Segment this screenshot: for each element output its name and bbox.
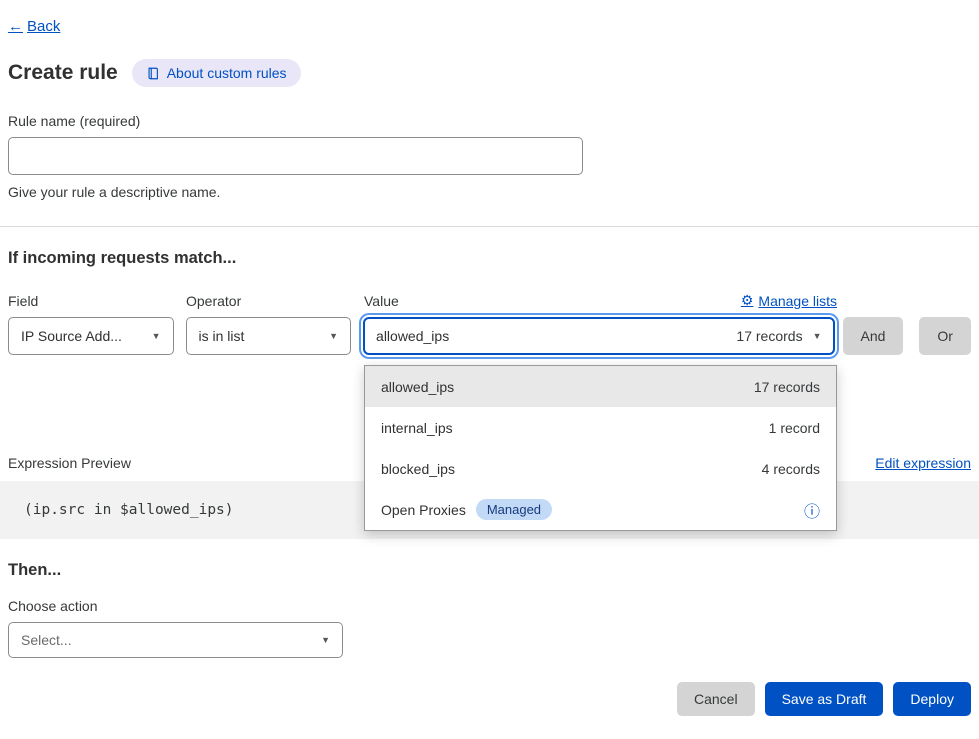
field-select[interactable]: IP Source Add... ▼ (8, 317, 174, 355)
gear-icon: ⚙ (741, 292, 754, 309)
deploy-button[interactable]: Deploy (893, 682, 971, 716)
list-item-name: Open Proxies (381, 502, 466, 518)
list-item-name: blocked_ips (381, 461, 455, 477)
and-button[interactable]: And (843, 317, 904, 355)
expression-preview-label: Expression Preview (8, 455, 131, 471)
about-custom-rules-link[interactable]: About custom rules (132, 59, 301, 87)
list-item-detail: 17 records (754, 379, 820, 395)
match-labels-row: Field Operator Value ⚙ Manage lists (8, 292, 971, 309)
then-section-heading: Then... (8, 561, 971, 580)
back-arrow-icon: ← (8, 18, 23, 35)
choose-action-label: Choose action (8, 598, 971, 614)
rule-name-input[interactable] (8, 137, 583, 175)
save-as-draft-button[interactable]: Save as Draft (765, 682, 884, 716)
back-link[interactable]: ← Back (8, 18, 60, 35)
action-select-placeholder: Select... (21, 632, 72, 648)
create-rule-page: ← Back Create rule About custom rules Ru… (0, 0, 979, 716)
back-label: Back (27, 18, 60, 35)
list-item-name: allowed_ips (381, 379, 454, 395)
chevron-down-icon: ▼ (813, 331, 822, 341)
value-selected-detail: 17 records (736, 328, 802, 344)
or-button[interactable]: Or (919, 317, 971, 355)
page-title: Create rule (8, 61, 118, 85)
list-dropdown: allowed_ips 17 records internal_ips 1 re… (364, 365, 837, 531)
list-item-name: internal_ips (381, 420, 453, 436)
value-select-right: 17 records ▼ (736, 328, 821, 344)
manage-lists-link[interactable]: ⚙ Manage lists (741, 292, 837, 309)
match-section-heading: If incoming requests match... (8, 249, 971, 268)
list-item-left: Open Proxies Managed (381, 499, 552, 520)
chevron-down-icon: ▼ (152, 331, 161, 341)
cancel-button[interactable]: Cancel (677, 682, 755, 716)
expression-code: (ip.src in $allowed_ips) (24, 502, 234, 518)
rule-name-label: Rule name (required) (8, 113, 971, 129)
field-selected-value: IP Source Add... (21, 328, 122, 344)
value-label-row: Value ⚙ Manage lists (364, 292, 837, 309)
manage-lists-label: Manage lists (758, 293, 837, 309)
match-controls-row: IP Source Add... ▼ is in list ▼ allowed_… (8, 317, 971, 355)
section-divider (0, 226, 979, 227)
list-item-open-proxies[interactable]: Open Proxies Managed ⓘ (365, 489, 836, 530)
chevron-down-icon: ▼ (329, 331, 338, 341)
footer-actions: Cancel Save as Draft Deploy (8, 682, 971, 716)
value-selected-value: allowed_ips (376, 328, 449, 344)
info-icon[interactable]: ⓘ (804, 498, 820, 522)
chevron-down-icon: ▼ (321, 635, 330, 645)
about-label: About custom rules (167, 65, 287, 81)
action-select[interactable]: Select... ▼ (8, 622, 343, 658)
value-select[interactable]: allowed_ips 17 records ▼ (363, 317, 834, 355)
value-label: Value (364, 293, 399, 309)
operator-label: Operator (186, 293, 352, 309)
title-row: Create rule About custom rules (8, 59, 971, 87)
managed-badge: Managed (476, 499, 552, 520)
operator-select[interactable]: is in list ▼ (186, 317, 352, 355)
list-item-detail: 1 record (769, 420, 820, 436)
list-item-detail: 4 records (762, 461, 820, 477)
book-icon (146, 66, 160, 81)
list-item-internal-ips[interactable]: internal_ips 1 record (365, 407, 836, 448)
edit-expression-link[interactable]: Edit expression (875, 455, 971, 471)
field-label: Field (8, 293, 174, 309)
operator-selected-value: is in list (199, 328, 245, 344)
rule-name-helper: Give your rule a descriptive name. (8, 184, 971, 200)
list-item-blocked-ips[interactable]: blocked_ips 4 records (365, 448, 836, 489)
list-item-allowed-ips[interactable]: allowed_ips 17 records (365, 366, 836, 407)
